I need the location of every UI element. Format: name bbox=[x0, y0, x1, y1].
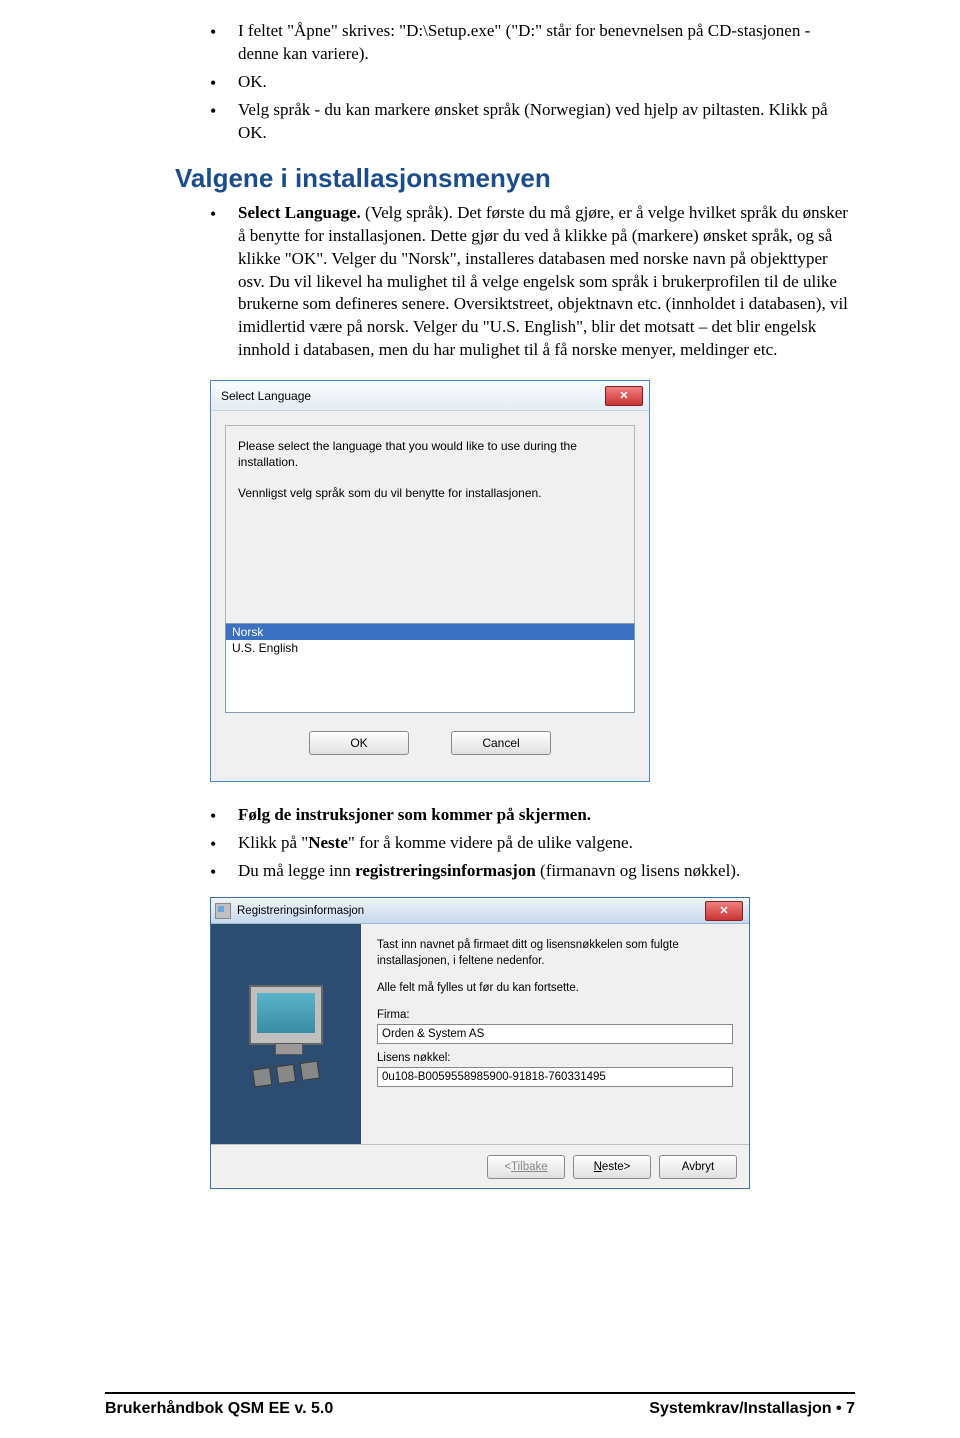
list-item-norsk[interactable]: Norsk bbox=[226, 624, 634, 640]
dialog-button-row: OK Cancel bbox=[225, 713, 635, 767]
list-item: OK. bbox=[210, 71, 855, 94]
bullet-lead-bold: Select Language. bbox=[238, 203, 361, 222]
list-item: Følg de instruksjoner som kommer på skje… bbox=[210, 804, 855, 827]
setup-icon bbox=[215, 903, 231, 919]
dialog-body: Please select the language that you woul… bbox=[211, 411, 649, 781]
bullet-text: Klikk på " bbox=[238, 833, 308, 852]
list-item: Velg språk - du kan markere ønsket språk… bbox=[210, 99, 855, 145]
page-footer: Brukerhåndbok QSM EE v. 5.0 Systemkrav/I… bbox=[0, 1392, 960, 1418]
bullet-bold: Følg de instruksjoner som kommer på skje… bbox=[238, 805, 591, 824]
close-icon: ✕ bbox=[619, 389, 628, 402]
bullet-text: (firmanavn og lisens nøkkel). bbox=[536, 861, 740, 880]
dialog-sidebar-graphic bbox=[211, 924, 361, 1144]
dialog-title: Registreringsinformasjon bbox=[237, 905, 364, 917]
dialog-instruction-no: Vennligst velg språk som du vil benytte … bbox=[238, 485, 622, 501]
dialog-form-panel: Tast inn navnet på firmaet ditt og lisen… bbox=[361, 924, 749, 1144]
list-item-english[interactable]: U.S. English bbox=[226, 640, 634, 656]
dialog-body: Tast inn navnet på firmaet ditt og lisen… bbox=[211, 924, 749, 1144]
lang-bullet-list: Select Language. (Velg språk). Det først… bbox=[210, 202, 855, 363]
dialog-titlebar: Select Language ✕ bbox=[211, 381, 649, 411]
close-button[interactable]: ✕ bbox=[705, 901, 743, 921]
top-bullet-list: I feltet "Åpne" skrives: "D:\Setup.exe" … bbox=[210, 20, 855, 145]
floppy-icon bbox=[300, 1061, 320, 1081]
dialog-title: Select Language bbox=[221, 389, 311, 403]
floppy-icon bbox=[252, 1067, 272, 1087]
mid-bullet-list: Følg de instruksjoner som kommer på skje… bbox=[210, 804, 855, 883]
ok-button[interactable]: OK bbox=[309, 731, 409, 755]
dialog-inner-panel: Please select the language that you woul… bbox=[225, 425, 635, 713]
section-heading: Valgene i installasjonsmenyen bbox=[175, 163, 855, 194]
dialog-instruction-1: Tast inn navnet på firmaet ditt og lisen… bbox=[377, 938, 733, 969]
firma-label: Firma: bbox=[377, 1009, 733, 1021]
dialog-instruction-2: Alle felt må fylles ut før du kan fortse… bbox=[377, 981, 733, 997]
close-button[interactable]: ✕ bbox=[605, 386, 643, 406]
next-label: Neste> bbox=[594, 1161, 631, 1173]
list-item: Du må legge inn registreringsinformasjon… bbox=[210, 860, 855, 883]
lisens-input[interactable] bbox=[377, 1067, 733, 1087]
language-listbox[interactable]: Norsk U.S. English bbox=[225, 623, 635, 713]
bullet-text: (Velg språk). Det første du må gjøre, er… bbox=[238, 203, 848, 360]
footer-left: Brukerhåndbok QSM EE v. 5.0 bbox=[105, 1400, 333, 1418]
bullet-text: Du må legge inn bbox=[238, 861, 355, 880]
dialog-button-row: <Tilbake Neste> Avbryt bbox=[211, 1144, 749, 1188]
back-button[interactable]: <Tilbake bbox=[487, 1155, 565, 1179]
dialog-titlebar: Registreringsinformasjon ✕ bbox=[211, 898, 749, 924]
registration-dialog: Registreringsinformasjon ✕ Tast inn navn… bbox=[210, 897, 750, 1189]
lisens-label: Lisens nøkkel: bbox=[377, 1052, 733, 1064]
back-label: Tilbake bbox=[511, 1161, 548, 1173]
close-icon: ✕ bbox=[719, 904, 728, 917]
monitor-icon bbox=[249, 985, 323, 1045]
disks-icon bbox=[252, 1061, 320, 1088]
cancel-button[interactable]: Cancel bbox=[451, 731, 551, 755]
page-content: I feltet "Åpne" skrives: "D:\Setup.exe" … bbox=[0, 0, 960, 1189]
bullet-bold: registreringsinformasjon bbox=[355, 861, 536, 880]
bullet-bold: Neste bbox=[308, 833, 348, 852]
floppy-icon bbox=[276, 1064, 296, 1084]
cancel-button[interactable]: Avbryt bbox=[659, 1155, 737, 1179]
dialog-instruction-en: Please select the language that you woul… bbox=[238, 438, 622, 470]
list-item: Klikk på "Neste" for å komme videre på d… bbox=[210, 832, 855, 855]
list-item: Select Language. (Velg språk). Det først… bbox=[210, 202, 855, 363]
bullet-text: " for å komme videre på de ulike valgene… bbox=[348, 833, 633, 852]
select-language-dialog: Select Language ✕ Please select the lang… bbox=[210, 380, 650, 782]
next-button[interactable]: Neste> bbox=[573, 1155, 651, 1179]
footer-right: Systemkrav/Installasjon • 7 bbox=[649, 1400, 855, 1418]
list-item: I feltet "Åpne" skrives: "D:\Setup.exe" … bbox=[210, 20, 855, 66]
firma-input[interactable] bbox=[377, 1024, 733, 1044]
